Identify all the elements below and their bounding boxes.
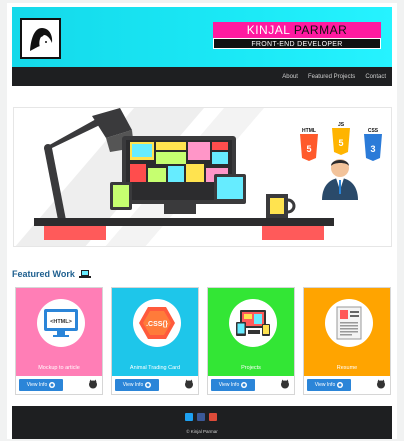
name-plate: KINJAL PARMAR FRONT-END DEVELOPER [213, 22, 381, 49]
github-icon [145, 382, 152, 388]
nav-bar: About Featured Projects Contact [12, 67, 392, 86]
github-cat-icon[interactable] [376, 379, 386, 389]
view-info-button[interactable]: View Info [211, 379, 255, 391]
desk [34, 218, 334, 226]
view-info-button[interactable]: View Info [115, 379, 159, 391]
resume-document-icon [336, 306, 362, 340]
site-footer: © Kinjal Parmar [12, 406, 392, 439]
page: KINJAL PARMAR FRONT-END DEVELOPER About … [7, 3, 397, 439]
html-badge-icon: 5 [300, 134, 318, 161]
svg-text:3: 3 [370, 144, 375, 154]
card-thumbnail: .CSS{} [133, 299, 181, 347]
site-name: KINJAL PARMAR [213, 22, 381, 38]
github-cat-icon[interactable] [184, 379, 194, 389]
copyright-text: © Kinjal Parmar [186, 429, 218, 434]
js-badge-icon: 5 [332, 128, 350, 155]
workspace-illustration: 5 5 3 HTML JS CSS [15, 108, 382, 246]
logo[interactable] [20, 18, 61, 59]
github-icon [49, 382, 56, 388]
nav-item-contact[interactable]: Contact [365, 74, 386, 80]
card-thumbnail [229, 299, 277, 347]
view-info-button[interactable]: View Info [19, 379, 63, 391]
svg-text:<HTML>: <HTML> [50, 319, 72, 325]
svg-text:5: 5 [306, 144, 311, 154]
css-badge-icon: 3 [364, 134, 382, 161]
nav-item-about[interactable]: About [282, 74, 298, 80]
card-title: Projects [241, 365, 261, 371]
project-card-animal-trading[interactable]: .CSS{} Animal Trading Card View Info [111, 287, 199, 395]
card-thumbnail [325, 299, 373, 347]
card-title: Mockup to article [38, 365, 80, 371]
featured-work-heading: Featured Work [12, 269, 91, 279]
card-title: Resume [336, 365, 358, 371]
card-thumbnail: <HTML> [37, 299, 85, 347]
github-cat-icon[interactable] [280, 379, 290, 389]
card-title: Animal Trading Card [129, 365, 181, 371]
google-plus-icon[interactable] [209, 413, 217, 421]
social-links [185, 413, 217, 421]
badge-label-html: HTML [302, 128, 316, 134]
view-info-button[interactable]: View Info [307, 379, 351, 391]
twitter-icon[interactable] [185, 413, 193, 421]
github-icon [337, 382, 344, 388]
badge-label-css: CSS [368, 128, 379, 134]
project-card-resume[interactable]: Resume View Info [303, 287, 391, 395]
name-first: KINJAL [246, 23, 290, 37]
facebook-icon[interactable] [197, 413, 205, 421]
badge-label-js: JS [338, 122, 345, 128]
project-card-mockup[interactable]: <HTML> Mockup to article View Info [15, 287, 103, 395]
featured-work-title: Featured Work [12, 269, 75, 279]
hero-banner: 5 5 3 HTML JS CSS [13, 107, 392, 247]
devices-icon [236, 310, 270, 336]
svg-text:.CSS{}: .CSS{} [146, 321, 168, 328]
monitor-html-icon: <HTML> [44, 309, 78, 337]
project-card-projects[interactable]: Projects View Info [207, 287, 295, 395]
site-header: KINJAL PARMAR FRONT-END DEVELOPER [12, 7, 392, 67]
github-cat-icon[interactable] [88, 379, 98, 389]
svg-text:5: 5 [338, 138, 343, 148]
laptop-icon [78, 269, 91, 278]
github-icon [241, 382, 248, 388]
site-role: FRONT-END DEVELOPER [213, 38, 381, 49]
profile-silhouette-icon [25, 23, 56, 54]
css-hexagon-icon: .CSS{} [139, 307, 175, 339]
developer-avatar-icon [322, 159, 358, 200]
name-last: PARMAR [293, 23, 348, 37]
nav-item-featured-projects[interactable]: Featured Projects [308, 74, 355, 80]
